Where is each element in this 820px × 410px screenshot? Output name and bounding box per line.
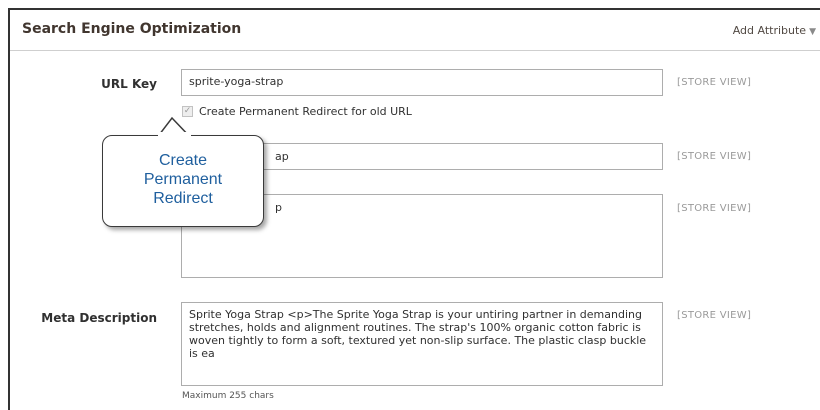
meta-title-value: ap xyxy=(275,150,289,163)
meta-description-textarea[interactable]: Sprite Yoga Strap <p>The Sprite Yoga Str… xyxy=(181,302,663,386)
meta-description-label: Meta Description xyxy=(41,311,157,325)
add-attribute-label: Add Attribute xyxy=(732,24,807,37)
meta-keywords-value: p xyxy=(275,201,282,214)
meta-description-scope: [STORE VIEW] xyxy=(677,310,752,321)
url-key-label: URL Key xyxy=(101,77,157,91)
callout-text: Create Permanent Redirect xyxy=(143,152,223,207)
meta-title-scope: [STORE VIEW] xyxy=(677,151,752,162)
callout-box: Create Permanent Redirect xyxy=(102,135,264,227)
callout-pointer-cover xyxy=(158,132,191,140)
section-header[interactable]: Search Engine Optimization Add Attribute… xyxy=(10,10,820,51)
add-attribute-button[interactable]: Add Attribute ▼ xyxy=(733,24,816,37)
meta-description-note: Maximum 255 chars xyxy=(182,391,274,401)
url-key-scope: [STORE VIEW] xyxy=(677,77,752,88)
caret-down-icon: ▼ xyxy=(809,27,816,37)
check-icon: ✓ xyxy=(183,106,192,116)
redirect-checkbox-label[interactable]: Create Permanent Redirect for old URL xyxy=(199,105,412,118)
meta-keywords-scope: [STORE VIEW] xyxy=(677,203,752,214)
section-title: Search Engine Optimization xyxy=(22,21,242,37)
url-key-input[interactable]: sprite-yoga-strap xyxy=(181,69,663,96)
